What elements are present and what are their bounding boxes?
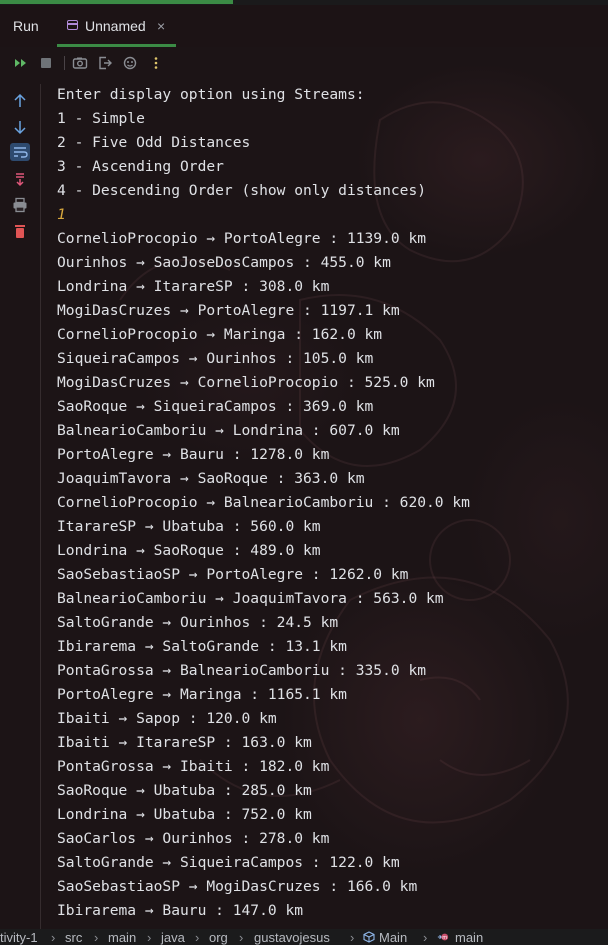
breadcrumb-separator: ›: [195, 930, 200, 945]
console-line: SaoRoque → SiqueiraCampos : 369.0 km: [57, 398, 374, 415]
breadcrumb-item[interactable]: main: [455, 929, 483, 945]
console-line: 2 - Five Odd Distances: [57, 134, 251, 151]
breadcrumb-item[interactable]: gustavojesus: [254, 929, 330, 945]
breadcrumb-separator: ›: [239, 930, 244, 945]
gutter-divider: [40, 84, 41, 929]
progress-accent: [0, 0, 233, 4]
close-tab-icon[interactable]: ×: [157, 18, 165, 34]
exit-icon[interactable]: [97, 55, 113, 71]
print-icon[interactable]: [10, 196, 30, 214]
breadcrumb-separator: ›: [94, 930, 99, 945]
console-line: MogiDasCruzes → CornelioProcopio : 525.0…: [57, 374, 435, 391]
console-line: SaoCarlos → Ourinhos : 278.0 km: [57, 830, 330, 847]
delete-icon[interactable]: [10, 222, 30, 240]
more-icon[interactable]: [148, 55, 164, 71]
arrow-down-icon[interactable]: [10, 118, 30, 136]
console-line: Ibaiti → ItarareSP : 163.0 km: [57, 734, 312, 751]
debug-icon[interactable]: [122, 55, 138, 71]
breadcrumb-separator: ›: [423, 930, 428, 945]
console-line: BalnearioCamboriu → Londrina : 607.0 km: [57, 422, 400, 439]
console-line: SiqueiraCampos → Ourinhos : 105.0 km: [57, 350, 374, 367]
active-tab-indicator: [57, 44, 176, 47]
breadcrumb-item[interactable]: tivity-1: [0, 929, 38, 945]
breadcrumb-separator: ›: [147, 930, 152, 945]
screenshot-icon[interactable]: [72, 55, 88, 71]
run-toolbar: [0, 50, 608, 78]
svg-text:m: m: [442, 935, 447, 941]
breadcrumb-item[interactable]: src: [65, 929, 82, 945]
tab-unnamed[interactable]: Unnamed ×: [57, 5, 176, 47]
tool-window-tabbar: Run Unnamed ×: [0, 5, 608, 47]
console-line: Ibirarema → Bauru : 147.0 km: [57, 902, 304, 919]
module-icon: [363, 931, 375, 943]
breadcrumb-item[interactable]: java: [161, 929, 185, 945]
run-tool-window-title[interactable]: Run: [13, 18, 39, 34]
arrow-up-icon[interactable]: [10, 92, 30, 110]
console-line: SaoSebastiaoSP → MogiDasCruzes : 166.0 k…: [57, 878, 418, 895]
method-icon: m: [437, 931, 451, 943]
console-line: 3 - Ascending Order: [57, 158, 224, 175]
breadcrumb-item[interactable]: org: [209, 929, 228, 945]
console-user-input: 1: [57, 206, 66, 223]
stop-icon[interactable]: [38, 55, 54, 71]
console-line: SaoRoque → Ubatuba : 285.0 km: [57, 782, 312, 799]
console-line: Ibirarema → SaltoGrande : 13.1 km: [57, 638, 347, 655]
console-line: CornelioProcopio → BalnearioCamboriu : 6…: [57, 494, 470, 511]
console-tab-icon: [67, 20, 78, 30]
navigation-bar: m tivity-1 src main java org gustavojesus Main…: [0, 929, 608, 945]
console-line: 4 - Descending Order (show only distance…: [57, 182, 427, 199]
console-output[interactable]: Enter display option using Streams: 1 - S…: [57, 83, 602, 923]
console-line: PontaGrossa → BalnearioCamboriu : 335.0 …: [57, 662, 427, 679]
tab-label: Unnamed: [85, 18, 146, 34]
scroll-to-end-icon[interactable]: [10, 170, 30, 188]
console-line: 1 - Simple: [57, 110, 145, 127]
console-line: SaoSebastiaoSP → PortoAlegre : 1262.0 km: [57, 566, 409, 583]
console-line: Ourinhos → SaoJoseDosCampos : 455.0 km: [57, 254, 391, 271]
breadcrumb-item[interactable]: Main: [379, 929, 407, 945]
toolbar-separator: [64, 56, 65, 70]
console-line: ItarareSP → Ubatuba : 560.0 km: [57, 518, 321, 535]
console-line: PortoAlegre → Maringa : 1165.1 km: [57, 686, 347, 703]
soft-wrap-icon[interactable]: [10, 143, 30, 161]
console-line: MogiDasCruzes → PortoAlegre : 1197.1 km: [57, 302, 400, 319]
rerun-icon[interactable]: [13, 55, 29, 71]
console-line: Londrina → Ubatuba : 752.0 km: [57, 806, 312, 823]
console-line: PontaGrossa → Ibaiti : 182.0 km: [57, 758, 330, 775]
console-line: CornelioProcopio → Maringa : 162.0 km: [57, 326, 383, 343]
console-line: Londrina → SaoRoque : 489.0 km: [57, 542, 321, 559]
console-line: SaltoGrande → Ourinhos : 24.5 km: [57, 614, 339, 631]
console-line: Enter display option using Streams:: [57, 86, 365, 103]
breadcrumb-separator: ›: [350, 930, 355, 945]
console-line: JoaquimTavora → SaoRoque : 363.0 km: [57, 470, 365, 487]
console-line: SaltoGrande → SiqueiraCampos : 122.0 km: [57, 854, 400, 871]
breadcrumb-item[interactable]: main: [108, 929, 136, 945]
console-line: PortoAlegre → Bauru : 1278.0 km: [57, 446, 330, 463]
console-line: Londrina → ItarareSP : 308.0 km: [57, 278, 330, 295]
breadcrumb-separator: ›: [51, 930, 56, 945]
console-line: Ibaiti → Sapop : 120.0 km: [57, 710, 277, 727]
console-line: BalnearioCamboriu → JoaquimTavora : 563.…: [57, 590, 444, 607]
console-line: CornelioProcopio → PortoAlegre : 1139.0 …: [57, 230, 427, 247]
